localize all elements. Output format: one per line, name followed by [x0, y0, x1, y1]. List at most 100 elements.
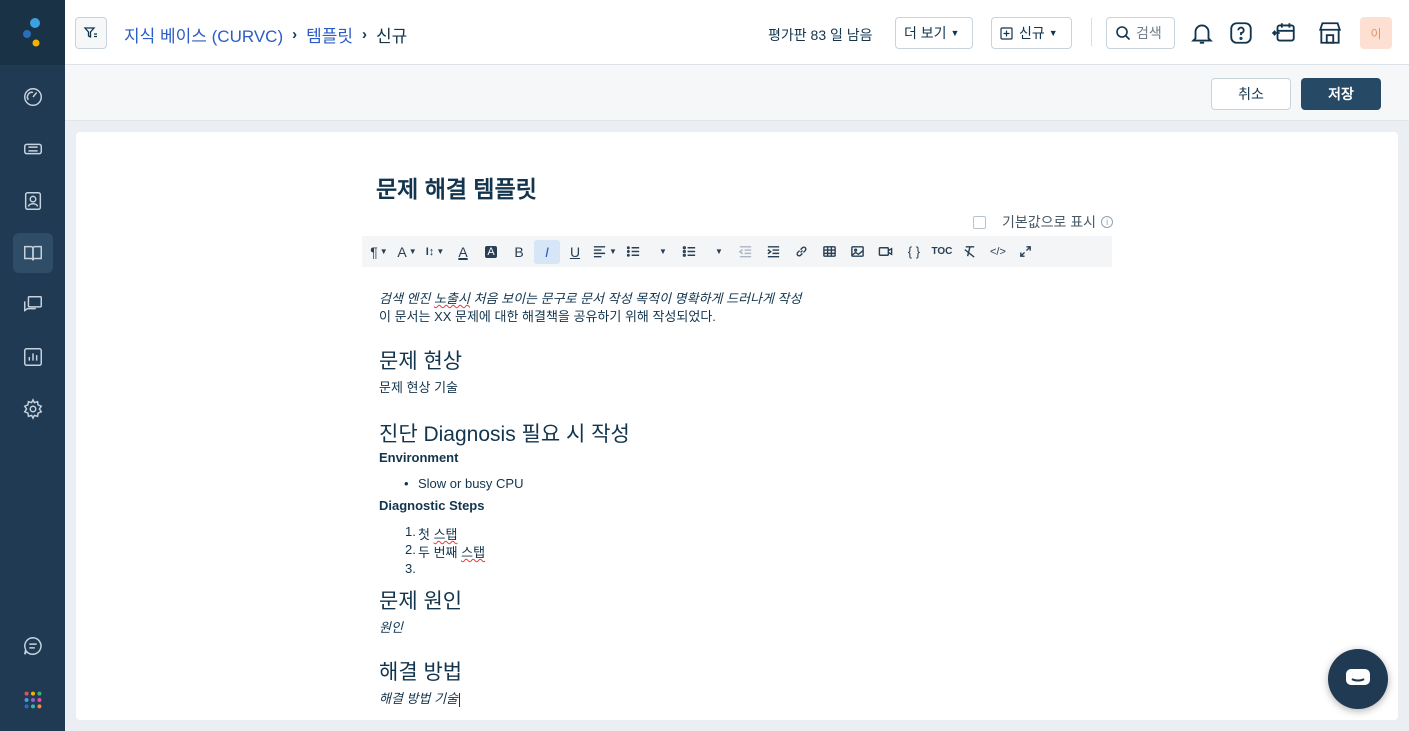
- chevron-down-icon: ▼: [1048, 28, 1058, 38]
- default-checkbox-label[interactable]: 기본값으로 표시: [1002, 212, 1096, 232]
- underline-icon: U: [569, 243, 581, 260]
- font-family-button[interactable]: A ▼: [394, 240, 420, 264]
- section-heading-solution[interactable]: 해결 방법: [379, 656, 462, 686]
- page-title[interactable]: 문제 해결 템플릿: [376, 170, 537, 204]
- cancel-button[interactable]: 취소: [1211, 78, 1291, 110]
- section-heading-symptom[interactable]: 문제 현상: [379, 345, 462, 375]
- fullscreen-button[interactable]: [1013, 240, 1039, 264]
- breadcrumb-kb[interactable]: 지식 베이스 (CURVC): [124, 22, 283, 47]
- step-number: 3.: [405, 561, 416, 576]
- calendar-arrow-icon: [1271, 23, 1295, 42]
- image-icon: [851, 246, 865, 257]
- underline-button[interactable]: U: [562, 240, 588, 264]
- chat-icon: [24, 637, 42, 655]
- sidebar-item-conversations[interactable]: [13, 285, 53, 325]
- expand-icon: [1020, 246, 1032, 257]
- text-color-button[interactable]: A: [450, 240, 476, 264]
- font-icon: A: [397, 243, 407, 260]
- app-logo[interactable]: [0, 0, 65, 65]
- chevron-down-icon: ▼: [950, 28, 960, 38]
- sidebar-item-apps[interactable]: [13, 680, 53, 720]
- ordered-list-dropdown[interactable]: ▼: [649, 240, 675, 264]
- paragraph-format-button[interactable]: ¶ ▼: [366, 240, 392, 264]
- step-item[interactable]: 두 번째 스탭: [418, 542, 485, 561]
- left-sidebar: [0, 0, 65, 731]
- more-button[interactable]: 더 보기 ▼: [895, 17, 973, 49]
- code-view-button[interactable]: </>: [985, 240, 1011, 264]
- default-checkbox[interactable]: [973, 215, 986, 229]
- section-text-solution[interactable]: 해결 방법 기술: [379, 688, 460, 707]
- ordered-list-button[interactable]: [621, 240, 647, 264]
- trial-remaining-text[interactable]: 평가판 83 일 남음: [768, 25, 873, 45]
- contacts-icon: [24, 192, 42, 210]
- filter-button[interactable]: [75, 17, 107, 49]
- step-text: 첫: [418, 527, 434, 542]
- sidebar-item-tickets[interactable]: [13, 129, 53, 169]
- breadcrumb-templates[interactable]: 템플릿: [306, 22, 353, 47]
- italic-button[interactable]: I: [534, 239, 560, 264]
- steps-label[interactable]: Diagnostic Steps: [379, 498, 484, 513]
- sidebar-item-settings[interactable]: [13, 389, 53, 429]
- section-text-cause[interactable]: 원인: [379, 617, 403, 636]
- image-button[interactable]: [845, 240, 871, 264]
- tickets-icon: [24, 143, 42, 155]
- section-heading-cause[interactable]: 문제 원인: [379, 585, 462, 615]
- sidebar-item-contacts[interactable]: [13, 181, 53, 221]
- more-button-label: 더 보기: [904, 25, 947, 41]
- chevron-down-icon: ▼: [436, 247, 445, 256]
- logo-icon: [22, 17, 40, 46]
- table-icon: [823, 246, 837, 257]
- unordered-list-dropdown[interactable]: ▼: [705, 240, 731, 264]
- marketplace-button[interactable]: [1315, 18, 1345, 48]
- conversations-icon: [24, 296, 42, 312]
- font-size-button[interactable]: I↕ ▼: [422, 240, 448, 264]
- clear-formatting-icon: [964, 246, 976, 258]
- text-color-icon: A: [458, 243, 468, 260]
- video-button[interactable]: [873, 240, 899, 264]
- outdent-button[interactable]: [733, 240, 759, 264]
- section-text-symptom[interactable]: 문제 현상 기술: [379, 377, 458, 396]
- chat-bubble-icon: [1346, 669, 1370, 685]
- paragraph-icon: ¶: [370, 243, 378, 260]
- background-color-button[interactable]: A: [478, 240, 504, 264]
- sidebar-item-reports[interactable]: [13, 337, 53, 377]
- header-divider: [1091, 18, 1092, 46]
- search-button[interactable]: 검색: [1106, 17, 1175, 49]
- align-button[interactable]: ▼: [590, 240, 619, 264]
- clear-formatting-button[interactable]: [957, 240, 983, 264]
- intro-italic-line[interactable]: 검색 엔진 노출시 처음 보이는 문구로 문서 작성 목적이 명확하게 드러나게…: [379, 288, 801, 307]
- new-button[interactable]: 신규 ▼: [991, 17, 1072, 49]
- section-heading-diagnosis[interactable]: 진단 Diagnosis 필요 시 작성: [379, 418, 630, 448]
- breadcrumb: 지식 베이스 (CURVC) › 템플릿 › 신규: [124, 22, 407, 47]
- save-button[interactable]: 저장: [1301, 78, 1381, 110]
- step-text: 두 번째: [418, 545, 462, 560]
- code-braces-button[interactable]: { }: [901, 240, 927, 264]
- intro-line[interactable]: 이 문서는 XX 문제에 대한 해결책을 공유하기 위해 작성되었다.: [379, 306, 716, 325]
- sidebar-item-dashboard[interactable]: [13, 77, 53, 117]
- environment-label[interactable]: Environment: [379, 450, 458, 465]
- unordered-list-button[interactable]: [677, 240, 703, 264]
- toc-button[interactable]: TOC: [929, 240, 955, 264]
- sidebar-item-knowledge-base[interactable]: [13, 233, 53, 273]
- notifications-button[interactable]: [1187, 18, 1217, 48]
- chevron-down-icon: ▼: [609, 247, 617, 256]
- solution-text: 해결 방법 기술: [379, 691, 458, 706]
- chat-widget-button[interactable]: [1328, 649, 1388, 709]
- product-switch-button[interactable]: [1269, 18, 1299, 48]
- help-icon: [1230, 22, 1252, 44]
- apps-icon: [24, 691, 42, 709]
- table-button[interactable]: [817, 240, 843, 264]
- sidebar-item-chat[interactable]: [13, 626, 53, 666]
- dashboard-icon: [24, 88, 42, 106]
- environment-bullet: •: [404, 476, 409, 491]
- avatar[interactable]: 이: [1360, 17, 1392, 49]
- info-icon[interactable]: i: [1101, 216, 1114, 228]
- help-button[interactable]: [1226, 18, 1256, 48]
- step-item[interactable]: 첫 스탭: [418, 524, 458, 543]
- breadcrumb-separator: ›: [292, 26, 298, 43]
- link-button[interactable]: [789, 240, 815, 264]
- environment-item[interactable]: Slow or busy CPU: [418, 476, 523, 491]
- bold-button[interactable]: B: [506, 240, 532, 264]
- settings-icon: [23, 398, 43, 420]
- indent-button[interactable]: [761, 240, 787, 264]
